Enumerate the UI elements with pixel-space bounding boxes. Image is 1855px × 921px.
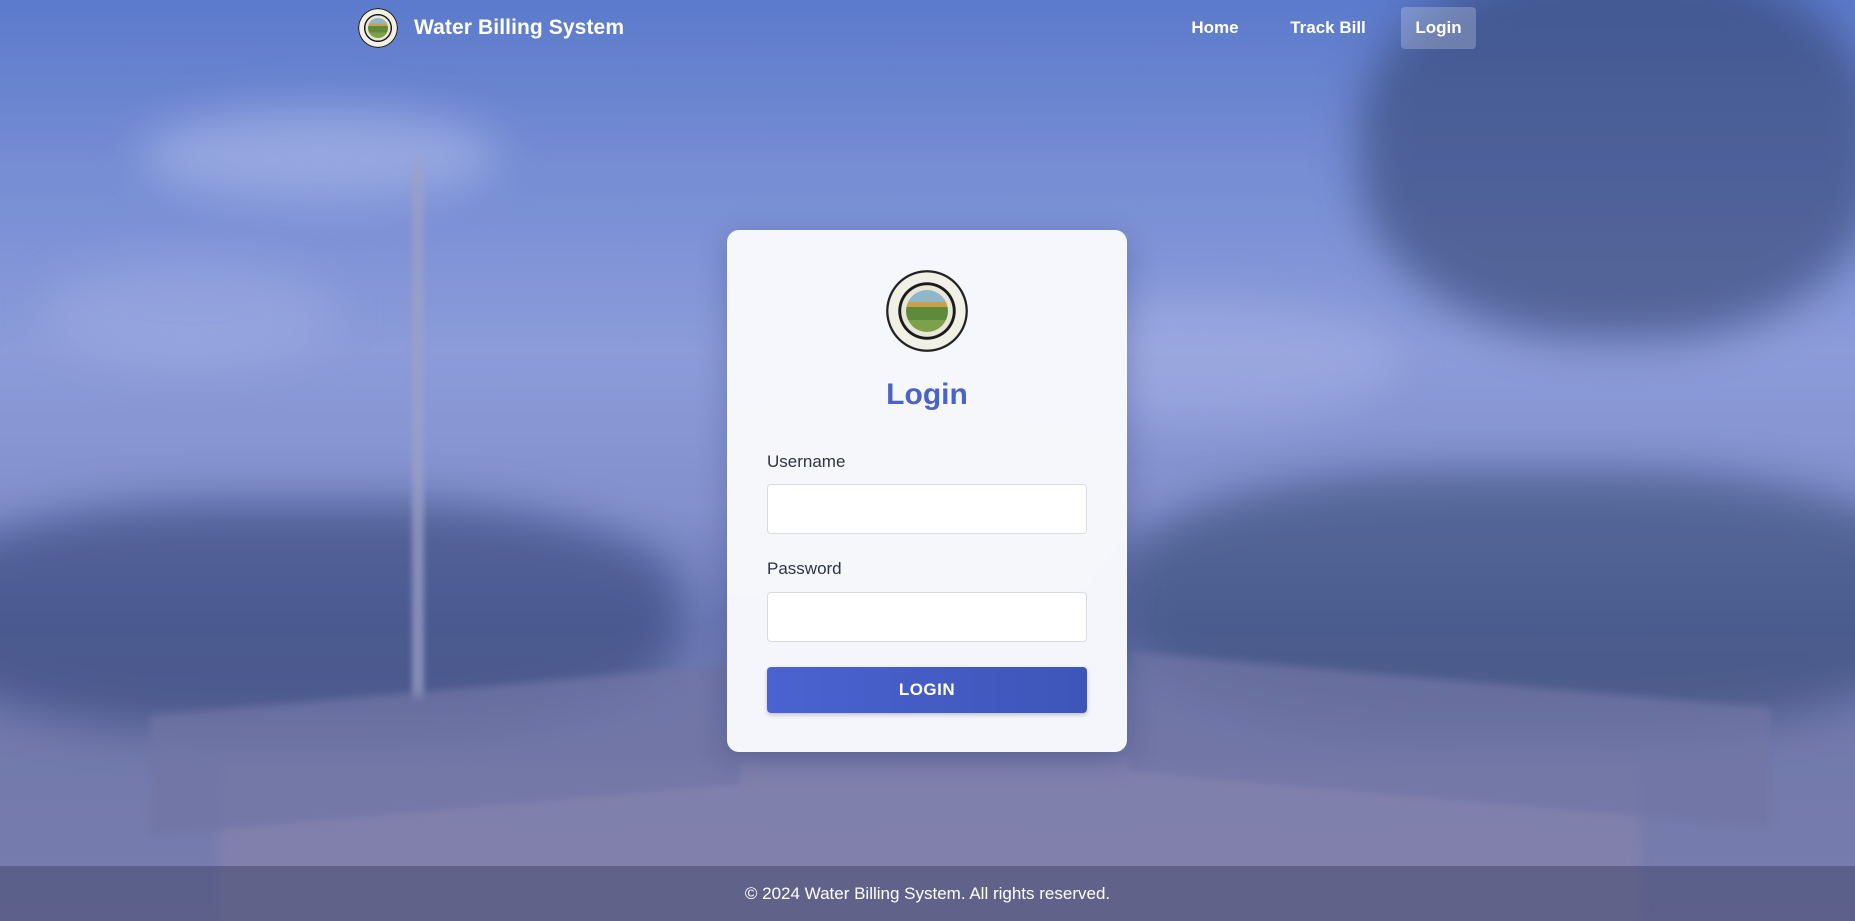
password-input[interactable] xyxy=(767,592,1087,642)
municipal-seal-icon xyxy=(886,270,968,352)
username-label: Username xyxy=(767,452,846,471)
nav-item-home[interactable]: Home xyxy=(1175,7,1255,49)
password-label: Password xyxy=(767,559,842,578)
nav-item-track-bill[interactable]: Track Bill xyxy=(1271,7,1385,49)
brand-home-link[interactable]: Water Billing System xyxy=(358,8,624,48)
login-heading: Login xyxy=(886,378,968,411)
nav-links: Home Track Bill Login xyxy=(1175,7,1476,49)
username-input[interactable] xyxy=(767,484,1087,534)
nav-item-login[interactable]: Login xyxy=(1401,7,1476,49)
municipal-seal-icon xyxy=(358,8,398,48)
copyright-text: © 2024 Water Billing System. All rights … xyxy=(744,883,1111,903)
navbar: Water Billing System Home Track Bill Log… xyxy=(0,0,1855,56)
login-button[interactable]: LOGIN xyxy=(767,667,1087,713)
login-card: Login Username Password LOGIN xyxy=(727,230,1127,752)
brand-name: Water Billing System xyxy=(414,16,625,39)
footer: © 2024 Water Billing System. All rights … xyxy=(0,866,1855,921)
